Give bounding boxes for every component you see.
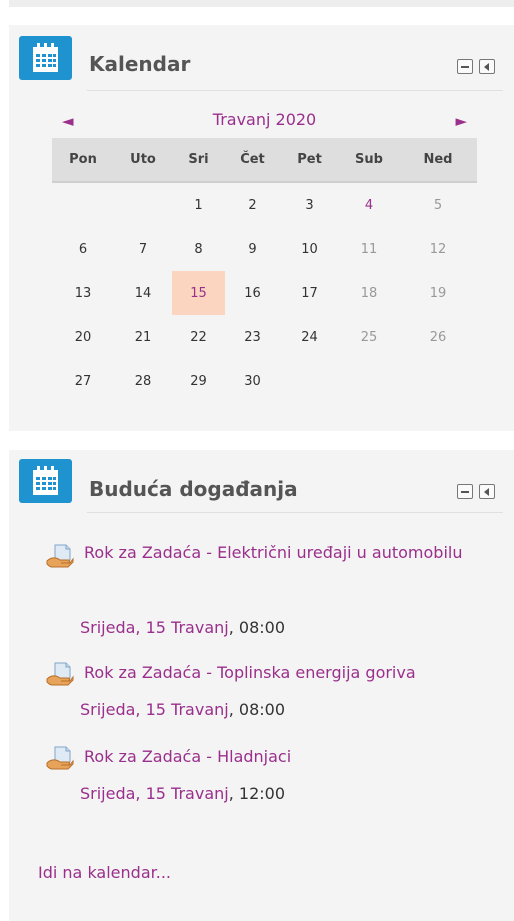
title-divider <box>87 90 503 91</box>
upcoming-events-block: Buduća događanja Rok za Zadaća - Elektri… <box>9 450 514 921</box>
calendar-empty-cell <box>52 183 114 227</box>
calendar-day-cell: 29 <box>190 373 207 389</box>
event-title-link[interactable]: Rok za Zadaća - Toplinska energija goriv… <box>46 654 486 692</box>
calendar-block-title: Kalendar <box>89 52 191 76</box>
calendar-day-cell: 28 <box>134 373 152 389</box>
weekday-header: Pon Uto Sri Čet Pet Sub Ned <box>52 138 477 183</box>
calendar-grid: Pon Uto Sri Čet Pet Sub Ned 1 2 3 4 5 6 7 8 9 10 11 12 13 1… <box>52 138 477 403</box>
calendar-day-cell: 14 <box>134 285 152 301</box>
minimize-block-button[interactable] <box>457 59 473 74</box>
calendar-week-row: 13 14 15 16 17 18 19 <box>52 271 477 315</box>
weekday-label: Sub <box>355 152 383 167</box>
event-time: , 12:00 <box>228 784 285 803</box>
weekday-label: Čet <box>240 152 265 167</box>
calendar-week-row: 1 2 3 4 5 <box>52 183 477 227</box>
calendar-day-cell: 24 <box>301 329 318 345</box>
event-date-link[interactable]: Srijeda, 15 Travanj <box>80 618 229 637</box>
title-divider <box>87 512 503 513</box>
weekday-label: Pet <box>297 152 322 167</box>
calendar-empty-cell <box>280 359 339 403</box>
event-date: Srijeda, 15 Travanj, 08:00 <box>80 700 285 719</box>
calendar-navigation: ◄ Travanj 2020 ► <box>52 106 477 138</box>
calendar-icon <box>19 459 72 503</box>
calendar-day-cell: 2 <box>248 197 257 213</box>
assignment-icon <box>46 544 74 568</box>
calendar-day-cell: 21 <box>134 329 152 345</box>
event-date: Srijeda, 15 Travanj, 08:00 <box>80 618 285 637</box>
weekday-label: Sri <box>188 152 209 167</box>
calendar-today-cell[interactable]: 15 <box>172 271 225 315</box>
calendar-day-cell: 3 <box>305 197 314 213</box>
event-date-link[interactable]: Srijeda, 15 Travanj <box>80 700 229 719</box>
calendar-empty-cell <box>399 359 477 403</box>
calendar-day-cell: 1 <box>194 197 203 213</box>
calendar-day-cell: 26 <box>429 329 447 345</box>
calendar-day-cell: 12 <box>429 241 447 257</box>
calendar-icon <box>19 36 72 80</box>
calendar-day-cell: 6 <box>78 241 88 257</box>
go-to-calendar-link[interactable]: Idi na kalendar... <box>38 863 171 882</box>
event-item: Rok za Zadaća - Hladnjaci Srijeda, 15 Tr… <box>46 738 486 814</box>
calendar-day-cell: 30 <box>244 373 261 389</box>
calendar-empty-cell <box>114 183 172 227</box>
calendar-empty-cell <box>339 359 399 403</box>
calendar-day-cell: 17 <box>301 285 318 301</box>
dock-block-button[interactable] <box>479 59 495 74</box>
minimize-block-button[interactable] <box>457 484 473 499</box>
calendar-day-cell: 18 <box>360 285 378 301</box>
event-item: Rok za Zadaća - Električni uređaji u aut… <box>46 534 486 644</box>
current-month-link[interactable]: Travanj 2020 <box>52 110 477 129</box>
calendar-day-cell: 16 <box>244 285 261 301</box>
calendar-week-row: 6 7 8 9 10 11 12 <box>52 227 477 271</box>
dock-block-button[interactable] <box>479 484 495 499</box>
calendar-day-cell: 22 <box>190 329 207 345</box>
calendar-day-cell: 8 <box>194 241 203 257</box>
calendar-day-cell: 11 <box>360 241 378 257</box>
event-date-link[interactable]: Srijeda, 15 Travanj <box>80 784 229 803</box>
next-month-link[interactable]: ► <box>455 112 467 130</box>
calendar-day-cell: 23 <box>244 329 261 345</box>
calendar-week-row: 20 21 22 23 24 25 26 <box>52 315 477 359</box>
calendar-day-cell: 5 <box>433 197 443 213</box>
weekday-label: Ned <box>423 152 453 167</box>
assignment-icon <box>46 746 74 770</box>
event-time: , 08:00 <box>228 618 285 637</box>
calendar-day-cell: 9 <box>248 241 257 257</box>
event-title-link[interactable]: Rok za Zadaća - Električni uređaji u aut… <box>46 534 486 572</box>
weekday-label: Uto <box>130 152 156 167</box>
calendar-day-cell: 7 <box>138 241 148 257</box>
calendar-day-cell: 20 <box>74 329 92 345</box>
event-date: Srijeda, 15 Travanj, 12:00 <box>80 784 285 803</box>
calendar-block: Kalendar ◄ Travanj 2020 ► Pon Uto Sri Čet Pe… <box>9 25 514 431</box>
calendar-day-cell: 27 <box>74 373 92 389</box>
event-item: Rok za Zadaća - Toplinska energija goriv… <box>46 654 486 730</box>
calendar-day-cell: 19 <box>429 285 447 301</box>
top-divider <box>9 0 514 7</box>
weekday-label: Pon <box>69 152 97 167</box>
event-time: , 08:00 <box>228 700 285 719</box>
calendar-weeks: 1 2 3 4 5 6 7 8 9 10 11 12 13 14 15 16 17 18 19 20 21 22 23 24 2… <box>52 183 477 403</box>
event-title-link[interactable]: Rok za Zadaća - Hladnjaci <box>46 738 486 776</box>
calendar-day-cell: 10 <box>301 241 318 257</box>
calendar-day-cell[interactable]: 4 <box>339 183 399 227</box>
calendar-day-cell: 25 <box>360 329 378 345</box>
events-block-title: Buduća događanja <box>89 477 298 501</box>
assignment-icon <box>46 662 74 686</box>
calendar-day-cell: 13 <box>74 285 92 301</box>
calendar-week-row: 27 28 29 30 <box>52 359 477 403</box>
